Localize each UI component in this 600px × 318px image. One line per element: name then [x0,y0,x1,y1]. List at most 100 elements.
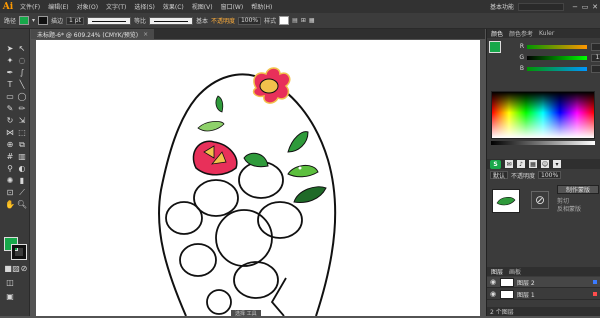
user-icon[interactable]: ☺ [541,160,549,168]
chevron-down-icon[interactable]: ▾ [32,17,35,24]
tab-layers[interactable]: 图层 [491,267,503,276]
ellipse-tool-icon[interactable]: ◯ [16,91,28,102]
make-mask-button[interactable]: 制作蒙版 [557,185,599,194]
active-fill-swatch[interactable] [489,41,501,53]
transform-icon[interactable]: ⊞ [301,17,306,24]
graphic-style-swatch[interactable] [279,16,290,25]
stroke-weight-select[interactable]: 1 pt [66,16,84,25]
artwork-canvas[interactable] [36,40,480,317]
circle-shape [238,161,284,199]
selection-tool-icon[interactable]: ➤ [4,43,16,54]
gradient-tool-icon[interactable]: ▥ [16,151,28,162]
layer-row[interactable]: ◉ 图层 1 [487,289,600,300]
channel-value[interactable]: 0 [591,42,600,51]
close-button[interactable]: ✕ [590,3,600,11]
document-tab-bar: 未标题-6* @ 609.24% (CMYK/预览) × [31,29,485,39]
pencil-tool-icon[interactable]: ✏ [16,103,28,114]
brush-definition[interactable] [148,16,193,25]
color-sliders: R 0 G 150 B 0 [511,41,600,74]
blend-tool-icon[interactable]: ◐ [16,163,28,174]
free-transform-icon[interactable]: ⬚ [16,127,28,138]
chat-icon[interactable]: ✉ [505,160,513,168]
drawing-mode-icon[interactable]: ◫ [4,277,16,288]
eyedropper-icon[interactable]: ⚲ [4,163,16,174]
rotate-tool-icon[interactable]: ↻ [4,115,16,126]
menu-help[interactable]: 帮助(H) [247,2,276,11]
mesh-tool-icon[interactable]: # [4,151,16,162]
no-mask-icon[interactable]: ⊘ [531,191,549,209]
rectangle-tool-icon[interactable]: ▭ [4,91,16,102]
menu-effect[interactable]: 效果(C) [159,2,188,11]
slider-track[interactable] [527,55,587,60]
eye-icon[interactable]: ◉ [490,290,497,298]
magic-wand-icon[interactable]: ✦ [4,55,16,66]
mic-icon[interactable]: ♪ [517,160,525,168]
zoom-tool-icon[interactable]: 🔍︎ [16,199,28,210]
hand-tool-icon[interactable]: ✋ [4,199,16,210]
menu-view[interactable]: 视图(V) [188,2,217,11]
document-tab[interactable]: 未标题-6* @ 609.24% (CMYK/预览) × [31,29,155,39]
pen-tool-icon[interactable]: ✒ [4,67,16,78]
opacity-input[interactable]: 100% [538,171,562,179]
channel-value[interactable]: 0 [591,64,600,73]
profile-label: 等比 [133,18,146,25]
slider-track[interactable] [527,66,587,71]
menu-edit[interactable]: 编辑(E) [44,2,72,11]
tab-color[interactable]: 颜色 [491,29,503,38]
tab-color-guide[interactable]: 颜色参考 [509,29,533,38]
graph-tool-icon[interactable]: ▮ [16,175,28,186]
menu-select[interactable]: 选择(S) [130,2,159,11]
menu-file[interactable]: 文件(F) [16,2,44,11]
invert-mask-checkbox[interactable]: 反相蒙版 [557,204,599,213]
color-spectrum[interactable] [491,91,595,139]
artboard-tool-icon[interactable]: ⊡ [4,187,16,198]
grid-icon[interactable]: ▦ [529,160,537,168]
opacity-label[interactable]: 不透明度 [211,16,235,25]
layer-name[interactable]: 图层 2 [517,278,535,287]
blend-mode-select[interactable]: 默认 [490,171,509,180]
symbol-sprayer-icon[interactable]: ✺ [4,175,16,186]
none-mode-icon[interactable]: ⊘ [18,263,30,274]
type-tool-icon[interactable]: T [4,79,16,90]
menu-type[interactable]: 文字(T) [102,2,130,11]
stroke-swatch[interactable] [38,16,49,25]
tab-kuler[interactable]: Kuler [539,30,554,37]
scale-tool-icon[interactable]: ⇲ [16,115,28,126]
opacity-input[interactable]: 100% [237,16,262,25]
fill-swatch[interactable] [19,16,30,25]
minimize-button[interactable]: − [570,3,580,11]
slice-tool-icon[interactable]: ⟋ [16,187,28,198]
slider-green[interactable]: G 150 [511,52,600,63]
layer-row[interactable]: ◉ 图层 2 [487,277,600,288]
menu-object[interactable]: 对象(O) [73,2,102,11]
shape-builder-icon[interactable]: ⊕ [4,139,16,150]
direct-selection-tool-icon[interactable]: ↖ [16,43,28,54]
variable-width-profile[interactable] [86,16,131,25]
clip-checkbox[interactable]: 剪切 [557,196,599,205]
eye-icon[interactable]: ◉ [490,278,497,286]
grayscale-strip[interactable] [491,141,595,145]
line-tool-icon[interactable]: ╲ [16,79,28,90]
maximize-button[interactable]: ▭ [580,3,590,11]
slider-red[interactable]: R 0 [511,41,600,52]
slider-blue[interactable]: B 0 [511,63,600,74]
close-icon[interactable]: × [143,31,148,38]
shirt-icon[interactable]: ▾ [553,160,561,168]
layer-name[interactable]: 图层 1 [517,290,535,299]
brush-tool-icon[interactable]: ✎ [4,103,16,114]
stroke-color-box[interactable] [11,244,27,260]
workspace-switcher[interactable]: 基本功能 [490,2,518,11]
slider-track[interactable] [527,44,587,49]
search-input[interactable] [518,2,564,11]
tab-artboards[interactable]: 画板 [509,267,521,276]
width-tool-icon[interactable]: ⋈ [4,127,16,138]
artboard[interactable] [36,40,480,317]
arrange-icon[interactable]: ▦ [309,17,315,24]
align-icon[interactable]: ▤ [292,17,298,24]
channel-value[interactable]: 150 [591,53,600,62]
screen-mode-icon[interactable]: ▣ [4,291,16,302]
menu-window[interactable]: 窗口(W) [217,2,248,11]
perspective-grid-icon[interactable]: ⧉ [16,139,28,150]
curvature-tool-icon[interactable]: ∫ [16,67,28,78]
lasso-icon[interactable]: ◌ [16,55,28,66]
